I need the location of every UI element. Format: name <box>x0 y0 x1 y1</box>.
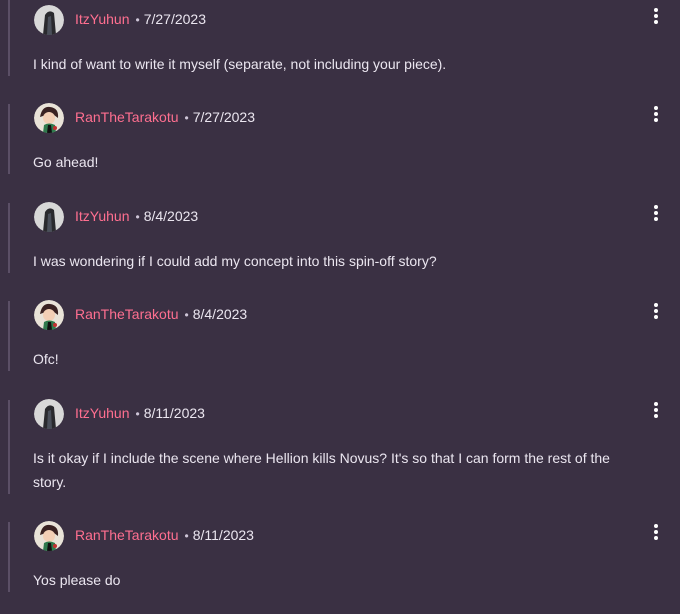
avatar[interactable] <box>34 399 64 429</box>
comment-menu-button[interactable] <box>646 203 666 223</box>
separator-dot: • <box>184 529 189 543</box>
username-link[interactable]: ItzYuhun <box>75 405 130 421</box>
comment-date: 7/27/2023 <box>143 11 206 27</box>
separator-dot: • <box>135 13 140 27</box>
comment: RanTheTarakotu • 8/4/2023 Ofc! <box>0 293 680 392</box>
comment-date: 7/27/2023 <box>192 109 256 125</box>
comment-meta: RanTheTarakotu • 7/27/2023 <box>75 107 255 127</box>
separator-dot: • <box>135 407 140 421</box>
dark-figure-avatar-icon <box>34 5 64 35</box>
comment-menu-button[interactable] <box>646 522 666 542</box>
thread-rail <box>8 301 10 371</box>
comment-thread: ItzYuhun • 7/27/2023 I kind of want to wri… <box>0 0 680 614</box>
avatar[interactable] <box>34 202 64 232</box>
more-vertical-icon <box>654 402 658 418</box>
comment-date: 8/4/2023 <box>143 208 199 224</box>
avatar[interactable] <box>34 521 64 551</box>
dark-figure-avatar-icon <box>34 202 64 232</box>
username-link[interactable]: RanTheTarakotu <box>75 306 179 322</box>
comment-meta: ItzYuhun • 7/27/2023 <box>75 9 206 29</box>
comment-menu-button[interactable] <box>646 400 666 420</box>
anime-character-avatar-icon <box>34 521 64 551</box>
comment-menu-button[interactable] <box>646 104 666 124</box>
comment-meta: RanTheTarakotu • 8/11/2023 <box>75 525 254 545</box>
comment-meta: RanTheTarakotu • 8/4/2023 <box>75 304 247 324</box>
username-link[interactable]: RanTheTarakotu <box>75 109 179 125</box>
comment-meta: ItzYuhun • 8/4/2023 <box>75 206 198 226</box>
thread-rail <box>8 522 10 592</box>
comment-menu-button[interactable] <box>646 301 666 321</box>
comment: ItzYuhun • 7/27/2023 I kind of want to wri… <box>0 0 680 96</box>
username-link[interactable]: ItzYuhun <box>75 208 130 224</box>
comment-date: 8/4/2023 <box>192 306 248 322</box>
username-link[interactable]: RanTheTarakotu <box>75 527 179 543</box>
comment-text: Yos please do <box>33 572 121 588</box>
more-vertical-icon <box>654 8 658 24</box>
comment-text: Go ahead! <box>33 154 99 170</box>
separator-dot: • <box>184 308 189 322</box>
thread-rail <box>8 0 10 76</box>
comment-text: I was wondering if I could add my concep… <box>33 253 437 269</box>
comment-meta: ItzYuhun • 8/11/2023 <box>75 403 205 423</box>
comment-menu-button[interactable] <box>646 6 666 26</box>
comment: RanTheTarakotu • 8/11/2023 Yos please do <box>0 514 680 614</box>
dark-figure-avatar-icon <box>34 399 64 429</box>
thread-rail <box>8 400 10 494</box>
comment-text: I kind of want to write it myself (separ… <box>33 56 447 72</box>
separator-dot: • <box>184 111 189 125</box>
comment-date: 8/11/2023 <box>143 405 205 421</box>
thread-rail <box>8 104 10 174</box>
avatar[interactable] <box>34 300 64 330</box>
comment: ItzYuhun • 8/11/2023 Is it okay if I inclu… <box>0 392 680 514</box>
comment: ItzYuhun • 8/4/2023 I was wondering if I c… <box>0 195 680 293</box>
comment-text: Is it okay if I include the scene where … <box>33 450 610 490</box>
username-link[interactable]: ItzYuhun <box>75 11 130 27</box>
more-vertical-icon <box>654 106 658 122</box>
anime-character-avatar-icon <box>34 300 64 330</box>
anime-character-avatar-icon <box>34 103 64 133</box>
thread-rail <box>8 203 10 273</box>
comment: RanTheTarakotu • 7/27/2023 Go ahead! <box>0 96 680 195</box>
more-vertical-icon <box>654 303 658 319</box>
comment-text: Ofc! <box>33 351 59 367</box>
separator-dot: • <box>135 210 140 224</box>
comment-date: 8/11/2023 <box>192 527 254 543</box>
more-vertical-icon <box>654 205 658 221</box>
avatar[interactable] <box>34 5 64 35</box>
avatar[interactable] <box>34 103 64 133</box>
more-vertical-icon <box>654 524 658 540</box>
